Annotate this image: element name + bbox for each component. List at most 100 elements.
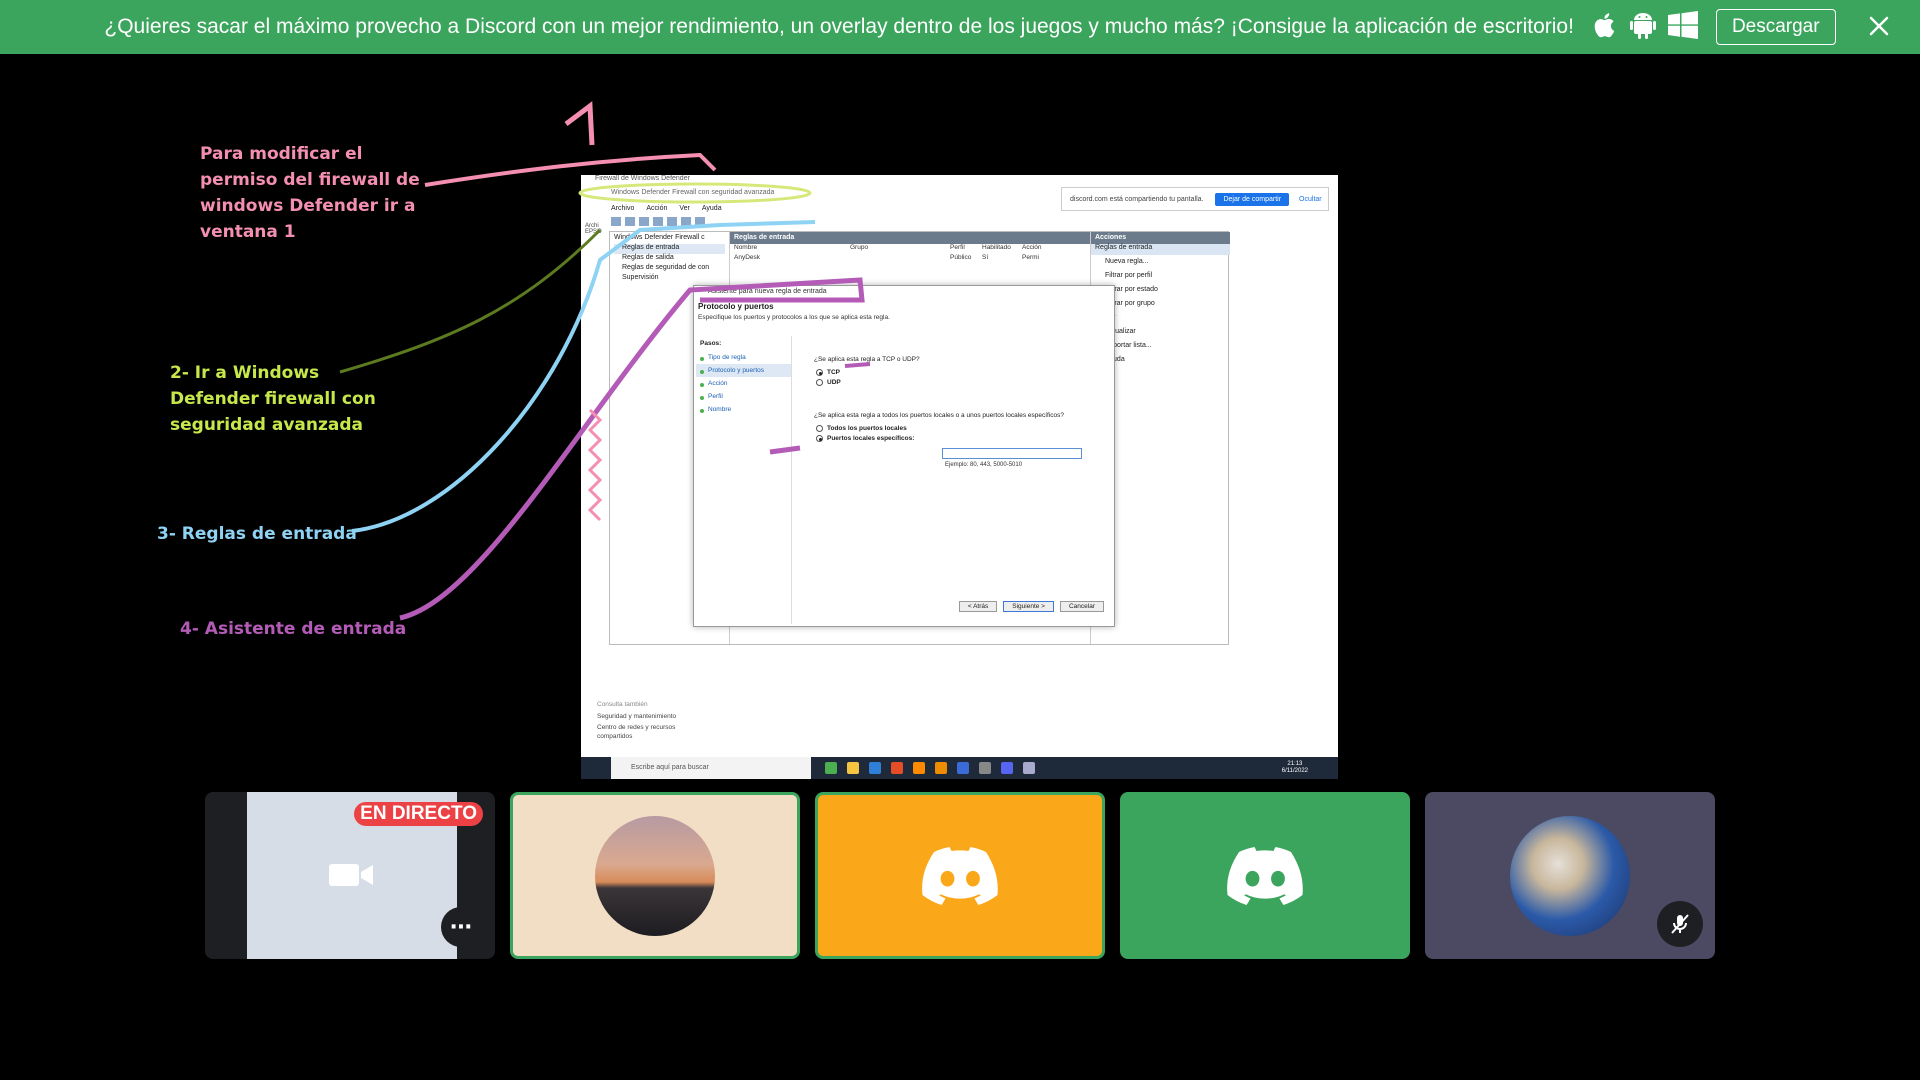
cancel-button[interactable]: Cancelar <box>1059 601 1104 612</box>
menu-ver[interactable]: Ver <box>679 205 690 212</box>
action-filter-profile[interactable]: Filtrar por perfil <box>1091 269 1230 283</box>
participant-tile[interactable] <box>1425 792 1715 959</box>
rule-action: Permi <box>1022 254 1039 261</box>
discord-logo-icon <box>1227 846 1303 905</box>
action-new-rule[interactable]: Nueva regla... <box>1091 255 1230 269</box>
actions-subheader: Reglas de entrada <box>1091 244 1230 255</box>
word-icon[interactable] <box>957 762 969 774</box>
list-icon[interactable] <box>653 217 663 226</box>
radio-selected-icon[interactable] <box>816 435 823 442</box>
see-also-link[interactable]: Seguridad y mantenimiento <box>597 711 687 723</box>
radio-selected-icon[interactable] <box>816 369 823 376</box>
wizard-description: Especifique los puertos y protocolos a l… <box>698 314 890 321</box>
app-icon[interactable] <box>825 762 837 774</box>
muted-mic-icon <box>1657 901 1703 947</box>
participant-tile[interactable] <box>510 792 800 959</box>
camera-icon <box>329 864 373 886</box>
back-button[interactable]: < Atrás <box>958 601 998 612</box>
rules-header: Reglas de entrada <box>730 232 1090 244</box>
download-button[interactable]: Descargar <box>1715 9 1836 45</box>
close-icon[interactable] <box>1866 13 1892 39</box>
table-row[interactable]: AnyDesk Público Sí Permi <box>730 254 1090 264</box>
tree-root[interactable]: Windows Defender Firewall c <box>614 234 725 244</box>
see-also-link[interactable]: Centro de redes y recursos compartidos <box>597 723 687 741</box>
col-name[interactable]: Nombre <box>730 244 850 254</box>
tree-outbound-rules[interactable]: Reglas de salida <box>614 254 725 264</box>
radio-icon[interactable] <box>816 425 823 432</box>
firefox-icon[interactable] <box>913 762 925 774</box>
radio-udp[interactable]: UDP <box>816 379 1064 386</box>
left-label: EPSO <box>585 229 602 235</box>
tree-connection-rules[interactable]: Reglas de seguridad de con <box>614 264 725 274</box>
see-also: Consulta también Seguridad y mantenimien… <box>597 699 687 741</box>
discord-stream-window: { "banner": { "text": "¿Quieres sacar el… <box>0 0 1920 1080</box>
hide-share-button[interactable]: Ocultar <box>1299 196 1322 203</box>
chrome-icon[interactable] <box>891 762 903 774</box>
step-action[interactable]: Acción <box>696 377 791 390</box>
platform-icons <box>1594 11 1698 43</box>
step-profile[interactable]: Perfil <box>696 390 791 403</box>
app-icon[interactable] <box>1023 762 1035 774</box>
radio-specific-ports[interactable]: Puertos locales específicos: <box>816 435 1064 442</box>
taskbar-search[interactable]: Escribe aquí para buscar <box>611 757 811 779</box>
menu-accion[interactable]: Acción <box>646 205 667 212</box>
more-options-button[interactable]: ⋯ <box>441 907 481 947</box>
radio-all-ports[interactable]: Todos los puertos locales <box>816 425 1064 432</box>
vscode-icon[interactable] <box>869 762 881 774</box>
participant-tile[interactable] <box>1120 792 1410 959</box>
pane-icon[interactable] <box>695 217 705 226</box>
col-enabled[interactable]: Habilitado <box>982 244 1022 254</box>
stop-sharing-button[interactable]: Dejar de compartir <box>1215 192 1290 206</box>
menu-archivo[interactable]: Archivo <box>611 205 634 212</box>
wizard-title: Asistente para nueva regla de entrada <box>708 288 827 295</box>
participant-tile[interactable] <box>815 792 1105 959</box>
help-icon[interactable] <box>681 217 691 226</box>
see-also-label: Consulta también <box>597 701 648 708</box>
specific-ports-label: Puertos locales específicos: <box>827 435 915 442</box>
mmc-title: Windows Defender Firewall con seguridad … <box>611 189 775 196</box>
menu-ayuda[interactable]: Ayuda <box>702 205 722 212</box>
tree-monitoring[interactable]: Supervisión <box>614 274 725 284</box>
clock-time: 21:13 <box>1287 761 1303 767</box>
annotation-note-4: 4- Asistente de entrada <box>180 619 407 639</box>
annotation-note-1: Para modificar el permiso del firewall d… <box>200 144 420 242</box>
shared-screen: Firewall de Windows Defender Windows Def… <box>581 175 1338 779</box>
steps-label: Pasos: <box>700 340 722 347</box>
clock-date: 6/11/2022 <box>1281 768 1308 774</box>
col-group[interactable]: Grupo <box>850 244 950 254</box>
apple-icon <box>1594 11 1618 43</box>
folder-icon[interactable] <box>847 762 859 774</box>
live-badge: EN DIRECTO <box>354 802 483 826</box>
col-action[interactable]: Acción <box>1022 244 1052 254</box>
col-profile[interactable]: Perfil <box>950 244 982 254</box>
windows-icon <box>1667 11 1698 43</box>
rule-group <box>850 254 950 264</box>
step-protocol-ports[interactable]: Protocolo y puertos <box>696 364 791 377</box>
app-icon[interactable] <box>1001 762 1013 774</box>
ports-hint: Ejemplo: 80, 443, 5000-5010 <box>945 462 1023 468</box>
app-icon[interactable] <box>979 762 991 774</box>
app-icon[interactable] <box>935 762 947 774</box>
tcp-label: TCP <box>827 369 840 376</box>
radio-icon[interactable] <box>816 379 823 386</box>
radio-tcp[interactable]: TCP <box>816 369 1064 376</box>
stream-tile[interactable]: EN DIRECTO ⋯ <box>205 792 495 959</box>
pink-number-1 <box>564 101 595 146</box>
taskbar-clock[interactable]: 21:13 6/11/2022 <box>1282 761 1308 775</box>
step-rule-type[interactable]: Tipo de regla <box>696 351 791 364</box>
forward-icon[interactable] <box>625 217 635 226</box>
back-icon[interactable] <box>611 217 621 226</box>
export-icon[interactable] <box>667 217 677 226</box>
download-banner: ¿Quieres sacar el máximo provecho a Disc… <box>0 0 1920 54</box>
banner-text: ¿Quieres sacar el máximo provecho a Disc… <box>104 15 1574 38</box>
toolbar <box>611 217 811 229</box>
annotation-note-2: 2- Ir a Windows Defender firewall con se… <box>170 363 376 435</box>
next-button[interactable]: Siguiente > <box>1003 601 1054 612</box>
tree-inbound-rules[interactable]: Reglas de entrada <box>614 244 725 254</box>
ports-input[interactable] <box>942 448 1082 459</box>
actions-header: Acciones <box>1091 232 1230 244</box>
question-protocol: ¿Se aplica esta regla a TCP o UDP? <box>814 356 920 363</box>
step-name[interactable]: Nombre <box>696 403 791 416</box>
rule-profile: Público <box>950 254 972 261</box>
folder-icon[interactable] <box>639 217 649 226</box>
